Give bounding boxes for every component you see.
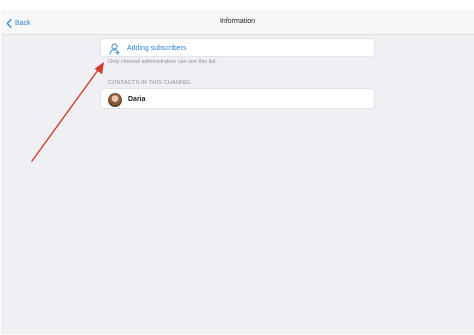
app-screen: Back Information [1, 10, 474, 334]
adding-subscribers-card: Adding subscribers [100, 38, 375, 57]
adding-subscribers-button[interactable]: Adding subscribers [109, 42, 187, 55]
page-title: Information [219, 18, 256, 25]
adding-subscribers-label: Adding subscribers [127, 45, 187, 52]
person-add-icon [109, 42, 120, 55]
contacts-section-header: CONTACTS IN THIS CHANNEL [108, 80, 192, 86]
contacts-card: Daria [100, 88, 375, 109]
navigation-bar: Back Information [1, 10, 474, 35]
contact-name: Daria [128, 96, 146, 103]
contact-list-item[interactable]: Daria [108, 92, 146, 107]
admin-only-hint: Only channel administrators can see this… [108, 59, 217, 65]
avatar [108, 92, 122, 107]
